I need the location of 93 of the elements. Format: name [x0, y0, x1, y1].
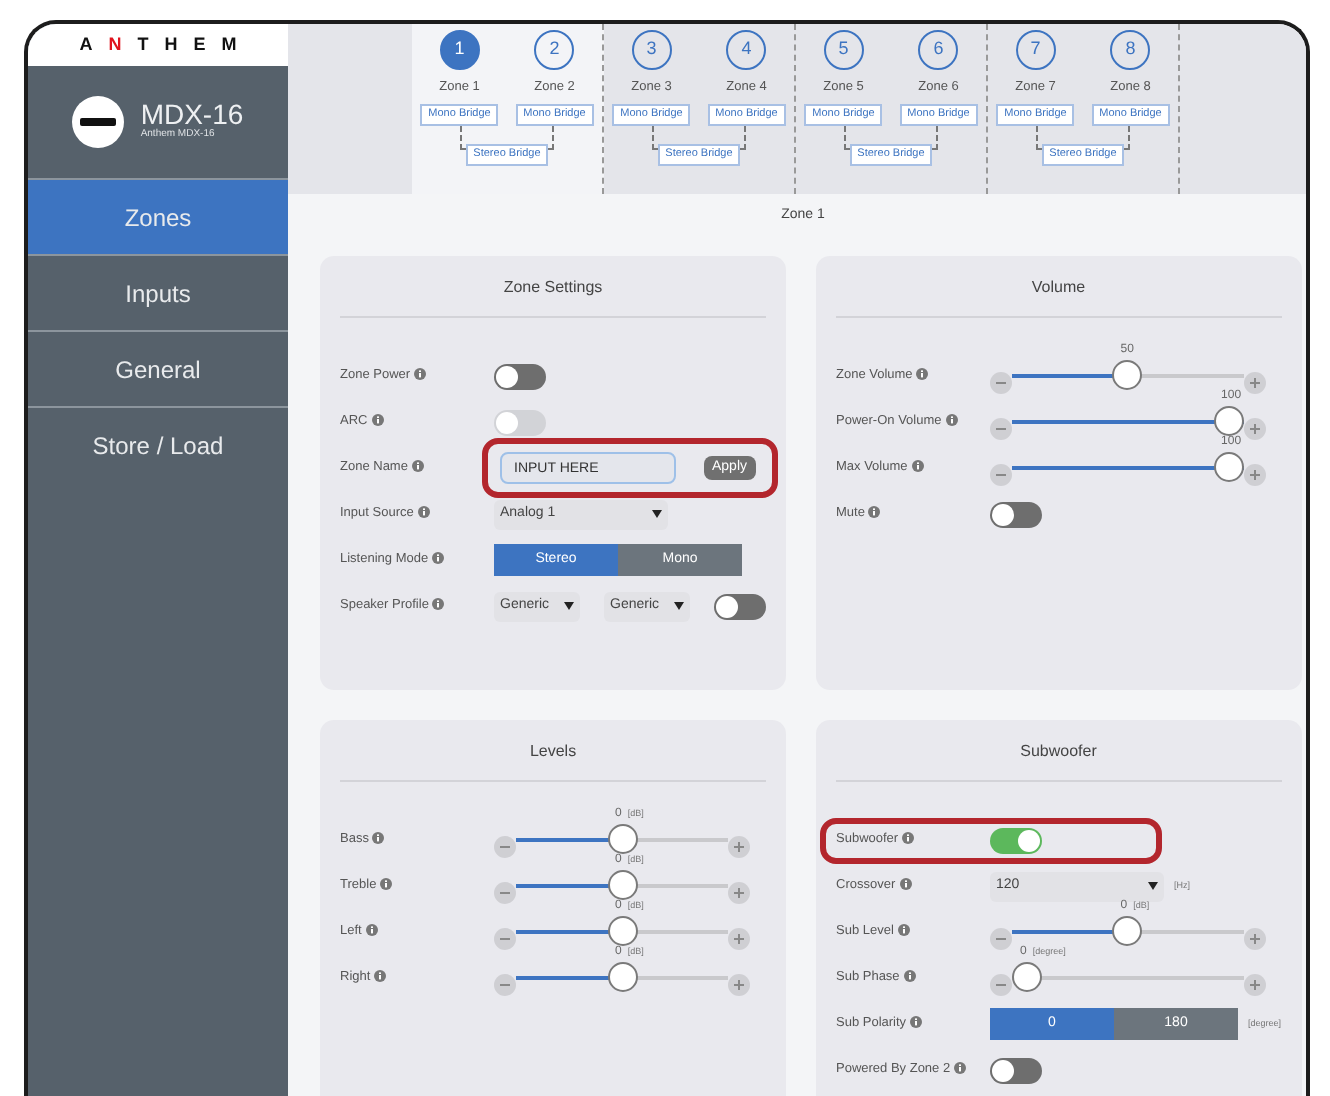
toggle-switch[interactable] [990, 501, 1042, 527]
increase-button[interactable] [1243, 463, 1266, 485]
info-icon [945, 414, 958, 427]
decrease-button[interactable] [494, 835, 516, 857]
decrease-button[interactable] [990, 927, 1012, 949]
info-icon [899, 878, 912, 891]
increase-button[interactable] [728, 973, 750, 995]
zone-number[interactable]: 6 [918, 30, 959, 70]
increase-button[interactable] [1243, 417, 1266, 439]
caret-icon [674, 602, 684, 610]
plus-icon [1249, 423, 1260, 433]
info-icon [380, 878, 393, 891]
panel-title: Zone Settings [340, 255, 766, 317]
slider-thumb[interactable] [607, 916, 637, 946]
minus-icon [996, 423, 1006, 433]
minus-icon [996, 469, 1006, 479]
info-icon [897, 924, 910, 937]
minus-icon [996, 377, 1006, 387]
zone-number[interactable]: 3 [631, 30, 672, 70]
slider-thumb[interactable] [1112, 916, 1143, 946]
info-icon [414, 368, 427, 381]
decrease-button[interactable] [990, 973, 1012, 995]
zone-number[interactable]: 2 [534, 30, 575, 70]
nav-item[interactable]: General [28, 330, 288, 406]
decrease-button[interactable] [990, 417, 1012, 439]
minus-icon [996, 933, 1006, 943]
info-icon [954, 1062, 967, 1075]
toggle-switch[interactable] [990, 1057, 1042, 1083]
caret-icon [1148, 882, 1158, 890]
plus-icon [734, 841, 744, 851]
increase-button[interactable] [728, 835, 750, 857]
plus-icon [734, 933, 744, 943]
nav-item[interactable]: Store / Load [28, 406, 288, 482]
plus-icon [734, 979, 744, 989]
zone-number[interactable]: 8 [1110, 30, 1151, 70]
panel-title: Subwoofer [836, 719, 1282, 781]
plus-icon [1249, 377, 1260, 387]
decrease-button[interactable] [494, 973, 516, 995]
panel-title: Levels [340, 719, 766, 781]
minus-icon [500, 887, 510, 897]
increase-button[interactable] [728, 927, 750, 949]
slider-thumb[interactable] [1213, 406, 1244, 436]
slider-thumb[interactable] [1213, 452, 1244, 482]
caret-icon [652, 510, 662, 518]
device-icon [72, 96, 125, 148]
info-icon [902, 832, 915, 845]
increase-button[interactable] [1243, 927, 1266, 949]
info-icon [868, 506, 881, 519]
plus-icon [1249, 469, 1260, 479]
panel-title: Volume [836, 255, 1282, 317]
plus-icon [734, 887, 744, 897]
info-icon [903, 970, 916, 983]
minus-icon [500, 979, 510, 989]
toggle-switch[interactable] [714, 593, 766, 619]
info-icon [910, 1016, 923, 1029]
info-icon [371, 414, 384, 427]
minus-icon [996, 979, 1006, 989]
slider-thumb[interactable] [607, 962, 637, 992]
zone-number[interactable]: 4 [726, 30, 767, 70]
decrease-button[interactable] [494, 881, 516, 903]
nav-item[interactable]: Zones [28, 178, 288, 254]
toggle-switch[interactable] [494, 363, 546, 389]
decrease-button[interactable] [990, 371, 1012, 393]
info-icon [374, 970, 387, 983]
info-icon [916, 368, 929, 381]
slider-thumb[interactable] [1012, 962, 1042, 992]
info-icon [432, 598, 445, 611]
slider-thumb[interactable] [607, 870, 637, 900]
toggle-switch[interactable] [990, 827, 1042, 853]
minus-icon [500, 933, 510, 943]
increase-button[interactable] [1243, 973, 1266, 995]
slider-thumb[interactable] [1112, 360, 1143, 390]
brand-logo: A N T H E M [79, 31, 253, 58]
info-icon [417, 506, 430, 519]
decrease-button[interactable] [494, 927, 516, 949]
plus-icon [1249, 979, 1260, 989]
info-icon [411, 460, 424, 473]
plus-icon [1249, 933, 1260, 943]
info-icon [372, 832, 385, 845]
info-icon [432, 552, 445, 565]
device-name: MDX-16 [140, 100, 244, 129]
minus-icon [500, 841, 510, 851]
zone-number[interactable]: 5 [823, 30, 864, 70]
decrease-button[interactable] [990, 463, 1012, 485]
slider-thumb[interactable] [607, 824, 637, 854]
increase-button[interactable] [1243, 371, 1266, 393]
info-icon [365, 924, 378, 937]
zone-number[interactable]: 1 [439, 30, 480, 70]
info-icon [911, 460, 924, 473]
zone-number[interactable]: 7 [1015, 30, 1056, 70]
increase-button[interactable] [728, 881, 750, 903]
nav-item[interactable]: Inputs [28, 254, 288, 330]
caret-icon [564, 602, 574, 610]
